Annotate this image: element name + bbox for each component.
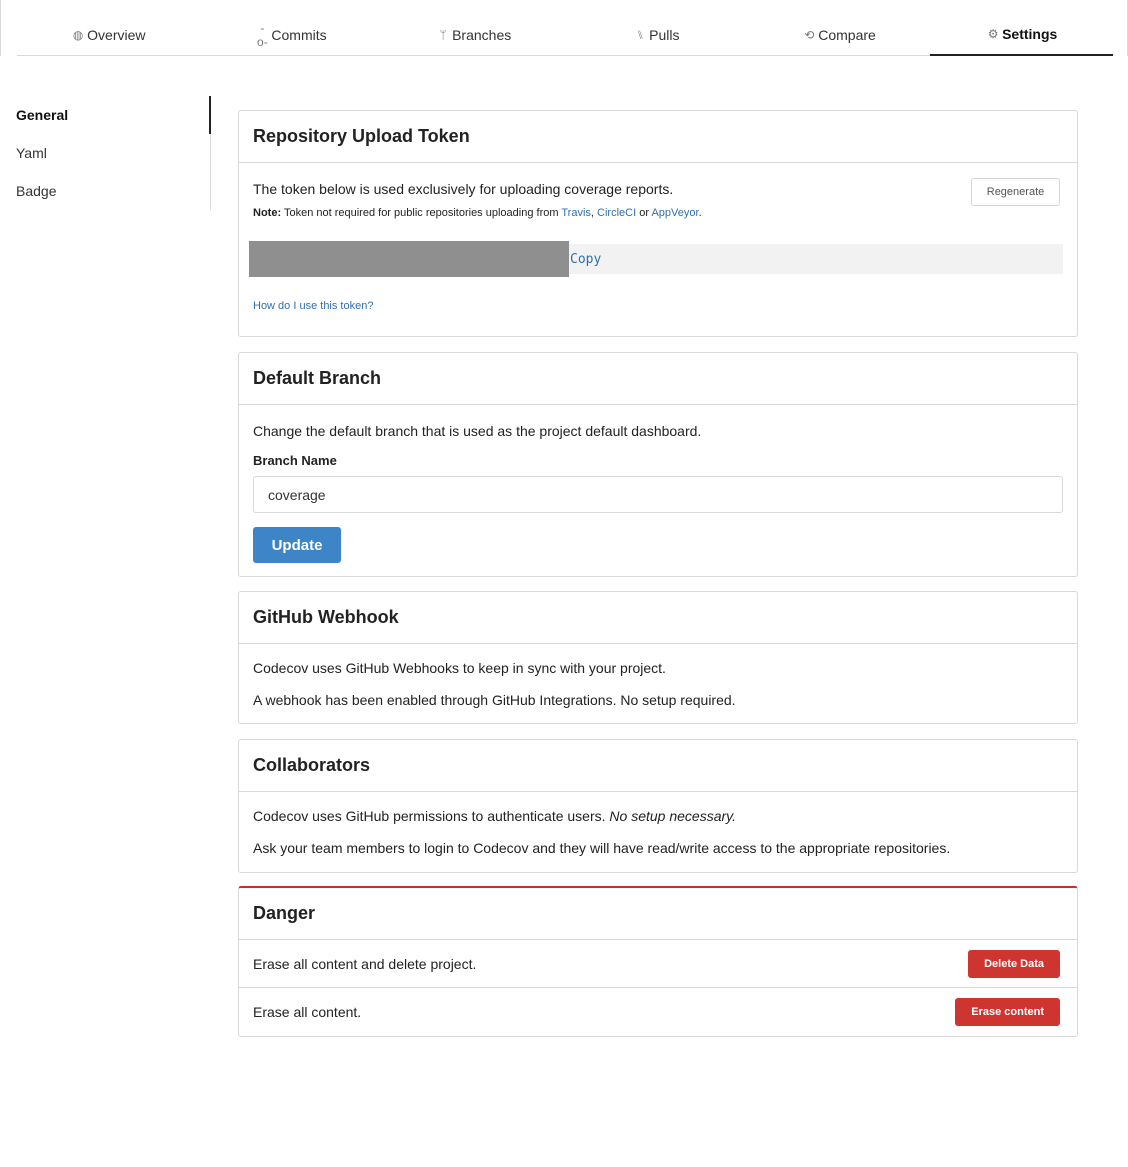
update-button[interactable]: Update xyxy=(253,527,341,563)
panel-body: Change the default branch that is used a… xyxy=(239,405,1077,577)
copy-token-button[interactable]: Copy xyxy=(570,252,601,267)
webhook-text: Codecov uses GitHub Webhooks to keep in … xyxy=(253,660,666,676)
collaborators-access-text: Ask your team members to login to Codeco… xyxy=(253,840,951,856)
upload-token-panel: Repository Upload Token The token below … xyxy=(238,110,1078,337)
sidebar-item-badge[interactable]: Badge xyxy=(16,172,211,210)
tab-pulls[interactable]: ⑊ Pulls xyxy=(565,0,748,56)
branch-description: Change the default branch that is used a… xyxy=(253,423,702,439)
collaborators-panel: Collaborators Codecov uses GitHub permis… xyxy=(238,739,1078,873)
panel-body: The token below is used exclusively for … xyxy=(239,163,1077,233)
pull-request-icon: ⑊ xyxy=(636,28,644,42)
panel-body: Codecov uses GitHub permissions to authe… xyxy=(239,792,1077,884)
note-text: Token not required for public repositori… xyxy=(281,207,562,219)
danger-panel: Danger Erase all content and delete proj… xyxy=(238,886,1078,1037)
gear-icon: ⚙ xyxy=(987,27,999,41)
panel-title: Collaborators xyxy=(239,740,1077,792)
panel-title: Repository Upload Token xyxy=(239,111,1077,163)
webhook-panel: GitHub Webhook Codecov uses GitHub Webho… xyxy=(238,591,1078,724)
top-nav: ◍ Overview -o- Commits ᛘ Branches ⑊ Pull… xyxy=(0,0,1128,56)
token-help-link[interactable]: How do I use this token? xyxy=(253,300,373,312)
tab-settings[interactable]: ⚙ Settings xyxy=(930,0,1114,56)
collaborators-text-emphasis: No setup necessary. xyxy=(609,808,736,824)
circleci-link[interactable]: CircleCI xyxy=(597,207,636,219)
collaborators-text: Codecov uses GitHub permissions to authe… xyxy=(253,806,1063,826)
delete-data-button[interactable]: Delete Data xyxy=(968,949,1060,978)
compare-icon: ⟲ xyxy=(804,28,815,42)
token-field: Copy xyxy=(249,241,1063,277)
danger-row-text: Erase all content and delete project. xyxy=(253,955,477,972)
panel-title: GitHub Webhook xyxy=(239,592,1077,644)
collaborators-text-main: Codecov uses GitHub permissions to authe… xyxy=(253,808,610,824)
appveyor-link[interactable]: AppVeyor xyxy=(651,207,698,219)
token-redacted xyxy=(249,241,569,277)
regenerate-button[interactable]: Regenerate xyxy=(971,178,1060,206)
sidebar-active-indicator xyxy=(209,96,211,134)
commit-icon: -o- xyxy=(257,21,268,49)
tab-label: Commits xyxy=(271,27,327,43)
note-separator: or xyxy=(636,207,652,219)
token-note: Note: Token not required for public repo… xyxy=(253,207,1063,219)
dashboard-icon: ◍ xyxy=(72,28,84,42)
note-prefix: Note: xyxy=(253,207,282,219)
tab-label: Compare xyxy=(818,27,876,43)
settings-sidebar: General Yaml Badge xyxy=(16,96,211,210)
branch-icon: ᛘ xyxy=(439,28,447,42)
danger-row-delete: Erase all content and delete project. De… xyxy=(239,940,1077,988)
tab-label: Settings xyxy=(1002,26,1058,42)
danger-row-text: Erase all content. xyxy=(253,1004,362,1020)
tab-branches[interactable]: ᛘ Branches xyxy=(382,0,565,56)
travis-link[interactable]: Travis xyxy=(561,207,591,219)
panel-title: Default Branch xyxy=(239,353,1077,405)
tab-overview[interactable]: ◍ Overview xyxy=(17,0,200,56)
panel-title: Danger xyxy=(239,888,1077,940)
tab-label: Pulls xyxy=(649,27,680,43)
default-branch-panel: Default Branch Change the default branch… xyxy=(238,352,1078,577)
tab-label: Branches xyxy=(452,27,512,43)
tab-bar: ◍ Overview -o- Commits ᛘ Branches ⑊ Pull… xyxy=(17,0,1114,56)
tab-compare[interactable]: ⟲ Compare xyxy=(748,0,931,56)
sidebar-item-yaml[interactable]: Yaml xyxy=(16,134,211,172)
tab-label: Overview xyxy=(87,27,146,43)
panel-body: Codecov uses GitHub Webhooks to keep in … xyxy=(239,644,1077,736)
branch-name-label: Branch Name xyxy=(253,453,337,468)
token-description: The token below is used exclusively for … xyxy=(253,181,674,197)
branch-name-input[interactable]: coverage xyxy=(253,476,1063,513)
note-period: . xyxy=(698,207,702,219)
sidebar-item-general[interactable]: General xyxy=(16,96,211,134)
webhook-status-text: A webhook has been enabled through GitHu… xyxy=(253,692,736,708)
tab-commits[interactable]: -o- Commits xyxy=(200,0,383,56)
erase-content-button[interactable]: Erase content xyxy=(955,998,1060,1026)
danger-row-erase: Erase all content. Erase content xyxy=(239,988,1077,1036)
